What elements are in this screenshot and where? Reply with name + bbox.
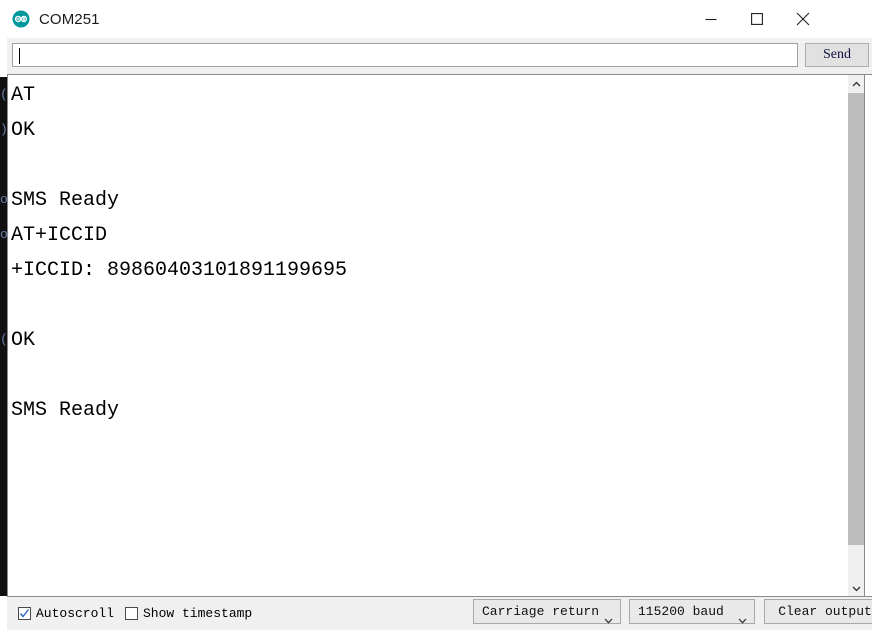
- autoscroll-checkbox-box: [18, 606, 31, 620]
- send-button[interactable]: Send: [805, 43, 869, 67]
- serial-monitor-window: () o o ( COM251: [0, 0, 872, 630]
- autoscroll-checkbox[interactable]: Autoscroll: [18, 603, 114, 623]
- minimize-icon: [705, 13, 717, 25]
- command-input[interactable]: [12, 43, 798, 67]
- clear-output-button[interactable]: Clear output: [764, 599, 872, 624]
- serial-output-line: [11, 148, 841, 183]
- background-window-sliver: () o o (: [0, 0, 7, 630]
- show-timestamp-checkbox[interactable]: Show timestamp: [125, 603, 252, 623]
- background-window-text-fragment: (: [0, 88, 7, 101]
- maximize-icon: [751, 13, 763, 25]
- serial-output-line: AT: [11, 84, 36, 107]
- title-bar: COM251: [7, 0, 872, 38]
- scrollbar-thumb[interactable]: [848, 93, 864, 545]
- send-bar: Send: [7, 38, 872, 74]
- serial-output-text: AT OK SMS Ready AT+ICCID +ICCID: 8986040310…: [11, 78, 841, 590]
- serial-output-line: [11, 288, 841, 323]
- baud-rate-select[interactable]: 115200 baud: [629, 599, 755, 624]
- line-ending-select[interactable]: Carriage return: [473, 599, 621, 624]
- chevron-up-icon: [852, 75, 861, 93]
- line-ending-value: Carriage return: [482, 604, 600, 619]
- close-button[interactable]: [780, 0, 826, 38]
- serial-output-line: [11, 358, 841, 393]
- close-icon: [796, 12, 810, 26]
- chevron-down-icon: [604, 609, 613, 632]
- chevron-down-icon: [738, 609, 747, 632]
- window-title: COM251: [39, 10, 100, 28]
- scroll-down-button[interactable]: [848, 579, 864, 596]
- autoscroll-label: Autoscroll: [36, 605, 115, 621]
- serial-output-line: SMS Ready: [11, 399, 120, 422]
- background-window-text-fragment: ): [0, 123, 7, 136]
- status-bar: Autoscroll Show timestamp Carriage retur…: [7, 597, 872, 630]
- minimize-button[interactable]: [688, 0, 734, 38]
- background-window-text-fragment: o: [0, 228, 7, 241]
- show-timestamp-checkbox-box: [125, 606, 138, 620]
- serial-output-line: AT+ICCID: [11, 224, 108, 247]
- baud-rate-value: 115200 baud: [638, 604, 724, 619]
- vertical-scrollbar[interactable]: [848, 74, 865, 597]
- title-bar-left: COM251: [12, 0, 100, 38]
- background-window-text-fragment: o: [0, 193, 7, 206]
- serial-output-line: OK: [11, 329, 36, 352]
- serial-output-line: +ICCID: 89860403101891199695: [11, 259, 348, 282]
- chevron-down-icon: [852, 579, 861, 597]
- scroll-up-button[interactable]: [848, 75, 864, 92]
- serial-output-line: OK: [11, 119, 36, 142]
- serial-output-line: SMS Ready: [11, 189, 120, 212]
- arduino-logo-icon: [12, 10, 30, 28]
- background-window-text-fragment: (: [0, 333, 7, 346]
- maximize-button[interactable]: [734, 0, 780, 38]
- text-caret: [19, 48, 20, 64]
- serial-output-area[interactable]: AT OK SMS Ready AT+ICCID +ICCID: 8986040310…: [7, 74, 872, 597]
- show-timestamp-label: Show timestamp: [143, 605, 253, 621]
